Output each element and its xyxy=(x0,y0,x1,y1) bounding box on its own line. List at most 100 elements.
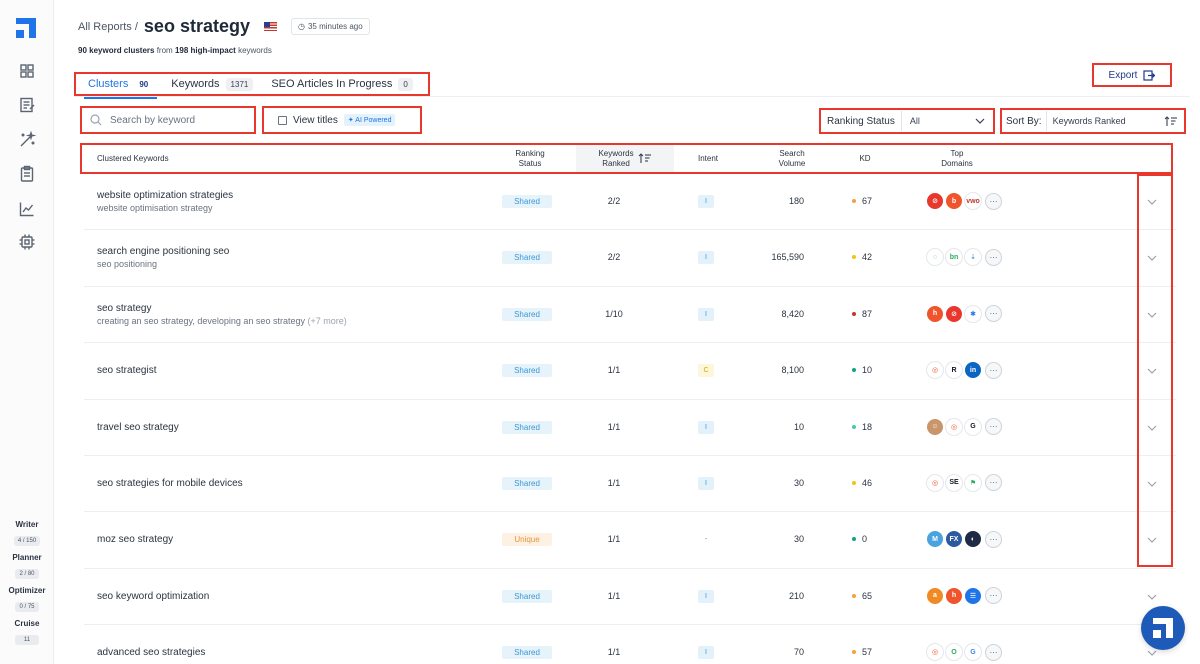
col-label: Clustered Keywords xyxy=(97,153,169,163)
keyword-primary[interactable]: travel seo strategy xyxy=(97,422,497,433)
domain-logo-icon[interactable]: vwo xyxy=(964,192,982,210)
domain-logo-icon[interactable]: ◎ xyxy=(926,361,944,380)
kd-value: 57 xyxy=(862,647,873,658)
more-domains-icon[interactable]: ⋯ xyxy=(985,248,1002,266)
domain-logo-icon[interactable]: ☺ xyxy=(926,417,944,436)
tab-clusters[interactable]: Clusters 90 xyxy=(83,78,158,99)
keyword-primary[interactable]: seo strategist xyxy=(97,365,497,376)
keyword-primary[interactable]: seo strategies for mobile devices xyxy=(97,478,497,489)
status-badge: Shared xyxy=(502,420,552,434)
domain-logo-icon[interactable]: O xyxy=(945,643,963,662)
table-row[interactable]: seo keyword optimization Shared 1/1 I 210 65 a… xyxy=(84,569,1176,626)
domain-logo-icon[interactable]: ⊘ xyxy=(926,192,944,210)
search-box[interactable] xyxy=(80,106,256,134)
dashboard-icon[interactable] xyxy=(18,62,36,80)
more-domains-icon[interactable]: ⋯ xyxy=(985,643,1002,661)
view-titles-toggle[interactable]: View titles ✦ AI Powered xyxy=(262,106,422,134)
table-row[interactable]: moz seo strategy Unique 1/1 - 30 0 M FX ◐ ⋯ xyxy=(84,512,1176,569)
app-logo[interactable] xyxy=(16,18,36,38)
more-domains-icon[interactable]: ⋯ xyxy=(985,192,1002,210)
ranking-status-select[interactable]: All xyxy=(900,111,993,131)
kd-value: 67 xyxy=(862,196,873,206)
magic-wand-icon[interactable] xyxy=(18,131,36,149)
tab-bar: Clusters 90 Keywords 1371 SEO Articles I… xyxy=(74,72,430,99)
col-keywords-ranked[interactable]: Keywords Ranked xyxy=(576,145,674,172)
keywords-ranked: 1/10 xyxy=(605,308,623,319)
tab-keywords[interactable]: Keywords 1371 xyxy=(171,77,254,91)
domain-logo-icon[interactable]: SE xyxy=(945,473,963,492)
col-label: Volume xyxy=(778,158,806,168)
table-header: Clustered Keywords Ranking Status Keyword… xyxy=(80,143,1173,174)
edit-document-icon[interactable] xyxy=(18,96,36,114)
sort-icon[interactable] xyxy=(638,153,652,164)
more-domains-icon[interactable]: ⋯ xyxy=(985,418,1002,436)
chip-icon[interactable] xyxy=(18,233,36,251)
domain-logo-icon[interactable]: h xyxy=(945,586,963,605)
tab-seo-articles[interactable]: SEO Articles In Progress 0 xyxy=(271,77,413,91)
usage-value: 11 xyxy=(15,635,39,645)
domain-logo-icon[interactable]: ◐ xyxy=(964,530,982,549)
table-row[interactable]: seo strategies for mobile devices Shared 1… xyxy=(84,456,1176,513)
domain-logo-icon[interactable]: G xyxy=(964,417,982,436)
sort-by-select[interactable]: Keywords Ranked xyxy=(1045,111,1184,131)
clusters-count: 90 keyword clusters xyxy=(78,46,155,55)
domain-logo-icon[interactable]: G xyxy=(964,643,982,662)
sort-by-label: Sort By: xyxy=(1006,115,1042,127)
table-row[interactable]: seo strategist Shared 1/1 C 8,100 10 ◎ Rin ⋯ xyxy=(84,343,1176,400)
domain-logo-icon[interactable]: ⚑ xyxy=(964,473,982,492)
top-domains: ◌ bn ⇣ ⋯ xyxy=(926,248,1002,267)
chevron-down-icon xyxy=(975,118,985,124)
export-button[interactable]: Export xyxy=(1092,63,1172,87)
top-domains: ◎ SE ⚑ ⋯ xyxy=(926,473,1002,492)
domain-logo-icon[interactable]: ◎ xyxy=(926,643,944,662)
domain-logo-icon[interactable]: in xyxy=(964,361,982,380)
domain-logo-icon[interactable]: M xyxy=(926,530,944,549)
domain-logo-icon[interactable]: FX xyxy=(945,530,963,549)
breadcrumb-all-reports[interactable]: All Reports / xyxy=(78,21,138,33)
expand-row-chevron-icon[interactable] xyxy=(1146,591,1158,603)
clipboard-icon[interactable] xyxy=(18,165,36,183)
domain-logo-icon[interactable]: h xyxy=(926,304,944,323)
keyword-primary[interactable]: moz seo strategy xyxy=(97,534,497,545)
keyword-primary[interactable]: advanced seo strategies xyxy=(97,647,497,658)
more-domains-icon[interactable]: ⋯ xyxy=(985,530,1002,548)
more-variants[interactable]: (+7 more) xyxy=(307,316,346,326)
sidebar: Writer 4 / 150 Planner 2 / 80 Optimizer … xyxy=(0,0,54,664)
domain-logo-icon[interactable]: ◌ xyxy=(926,248,944,267)
more-domains-icon[interactable]: ⋯ xyxy=(985,305,1002,323)
usage-value: 4 / 150 xyxy=(13,536,41,546)
table-row[interactable]: seo strategy creating an seo strategy, de… xyxy=(84,287,1176,344)
domain-logo-icon[interactable]: ⇣ xyxy=(964,248,982,267)
domain-logo-icon[interactable]: ✱ xyxy=(964,304,982,323)
domain-logo-icon[interactable]: ☰ xyxy=(964,586,982,605)
keyword-cell: travel seo strategy xyxy=(97,422,497,433)
table-row[interactable]: travel seo strategy Shared 1/1 I 10 18 ☺ ◎ G ⋯ xyxy=(84,400,1176,456)
domain-logo-icon[interactable]: ◎ xyxy=(945,417,963,436)
more-domains-icon[interactable]: ⋯ xyxy=(985,474,1002,492)
keyword-primary[interactable]: seo strategy xyxy=(97,303,497,314)
keyword-primary[interactable]: website optimization strategies xyxy=(97,190,497,201)
table-row[interactable]: website optimization strategies website o… xyxy=(84,174,1176,231)
chart-line-icon[interactable] xyxy=(18,200,36,218)
domain-logo-icon[interactable]: a xyxy=(926,586,944,605)
keyword-secondary: website optimisation strategy xyxy=(97,203,497,213)
view-titles-checkbox[interactable] xyxy=(278,115,287,125)
search-input[interactable] xyxy=(110,114,240,126)
domain-logo-icon[interactable]: b xyxy=(945,192,963,210)
domain-logo-icon[interactable]: bn xyxy=(945,248,963,267)
domain-logo-icon[interactable]: ◎ xyxy=(926,473,944,492)
keyword-primary[interactable]: seo keyword optimization xyxy=(97,591,497,602)
help-chat-button[interactable] xyxy=(1141,606,1185,650)
keyword-primary[interactable]: search engine positioning seo xyxy=(97,246,497,257)
keywords-ranked: 2/2 xyxy=(607,196,621,206)
table-row[interactable]: advanced seo strategies Shared 1/1 I 70 57 ◎ O G… xyxy=(84,625,1176,664)
col-label: Ranked xyxy=(602,158,630,168)
col-ranking-status: Ranking Status xyxy=(500,145,560,172)
more-domains-icon[interactable]: ⋯ xyxy=(985,361,1002,379)
domain-logo-icon[interactable]: R xyxy=(945,361,963,380)
keyword-cell: website optimization strategies website o… xyxy=(97,190,497,213)
more-domains-icon[interactable]: ⋯ xyxy=(985,587,1002,605)
sort-order-icon[interactable] xyxy=(1164,115,1178,127)
domain-logo-icon[interactable]: ⊘ xyxy=(945,304,963,323)
table-row[interactable]: search engine positioning seo seo positio… xyxy=(84,230,1176,287)
